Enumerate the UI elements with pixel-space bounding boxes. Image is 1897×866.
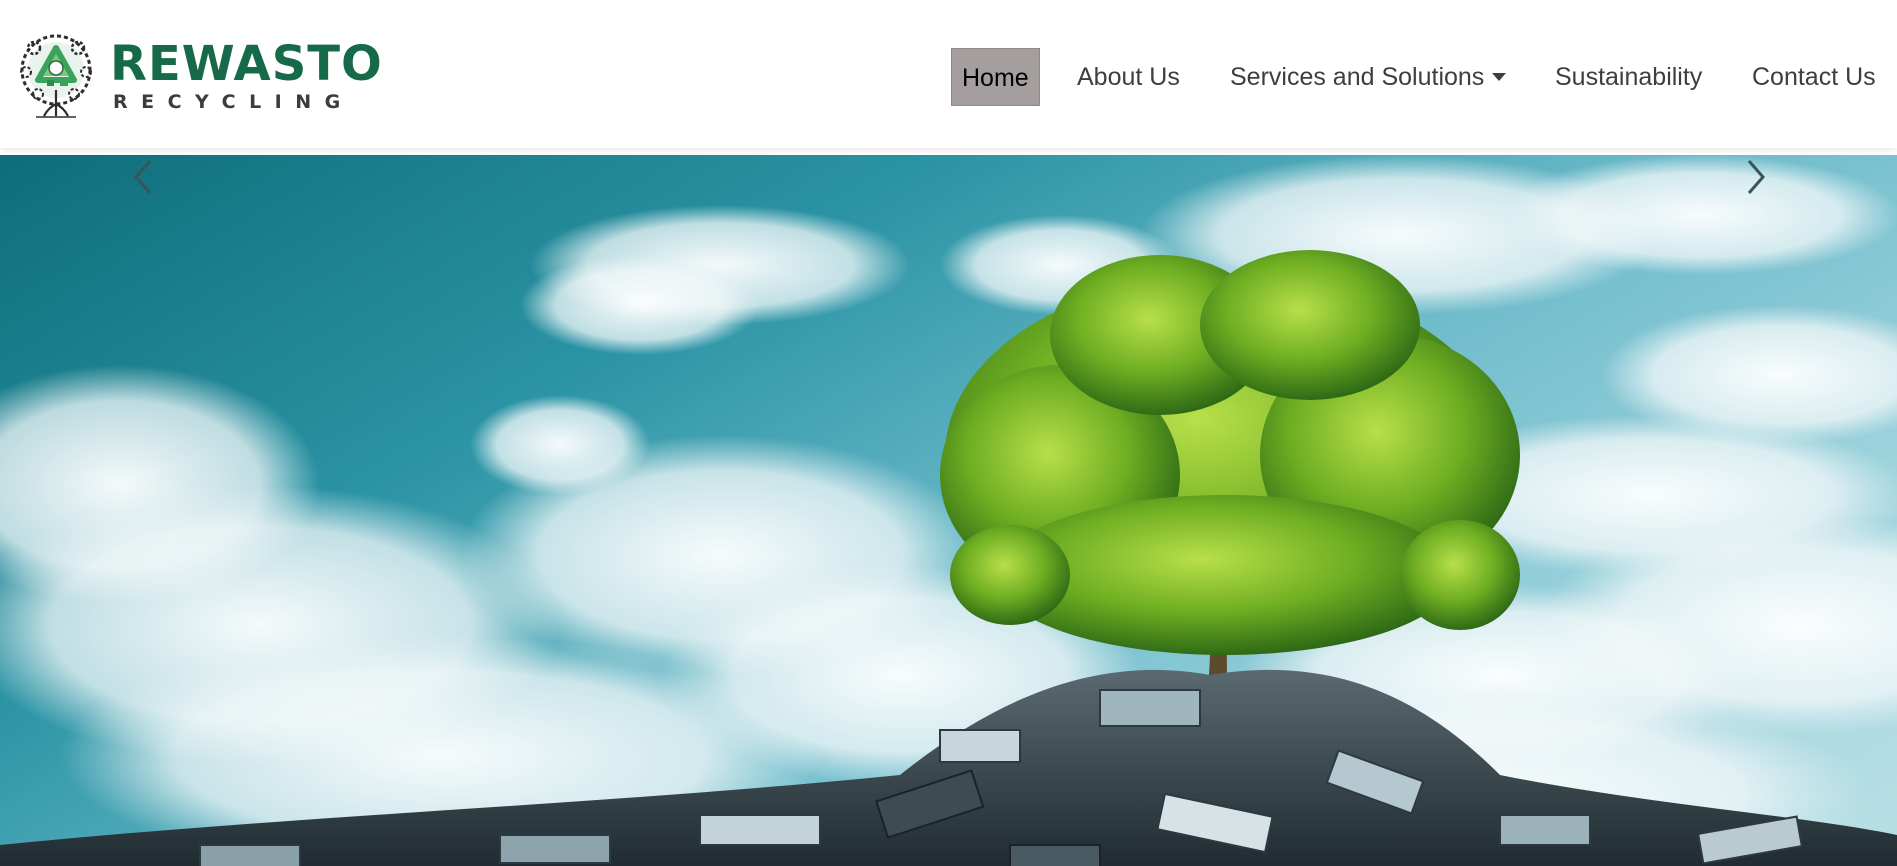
caret-down-icon — [1492, 73, 1507, 81]
nav-services-and-solutions[interactable]: Services and Solutions — [1230, 48, 1507, 106]
main-navigation: Home About Us Services and Solutions Sus… — [0, 48, 1897, 106]
chevron-left-icon[interactable] — [128, 155, 158, 199]
nav-sustainability[interactable]: Sustainability — [1555, 48, 1702, 106]
hero-image — [0, 155, 1897, 866]
nav-contact-us[interactable]: Contact Us — [1752, 48, 1876, 106]
chevron-right-icon[interactable] — [1741, 155, 1771, 199]
nav-about-us[interactable]: About Us — [1077, 48, 1180, 106]
nav-home[interactable]: Home — [951, 48, 1040, 106]
site-header: REWASTO RECYCLING Home About Us Services… — [0, 0, 1897, 148]
nav-services-label: Services and Solutions — [1230, 63, 1485, 91]
hero-carousel — [0, 155, 1897, 866]
